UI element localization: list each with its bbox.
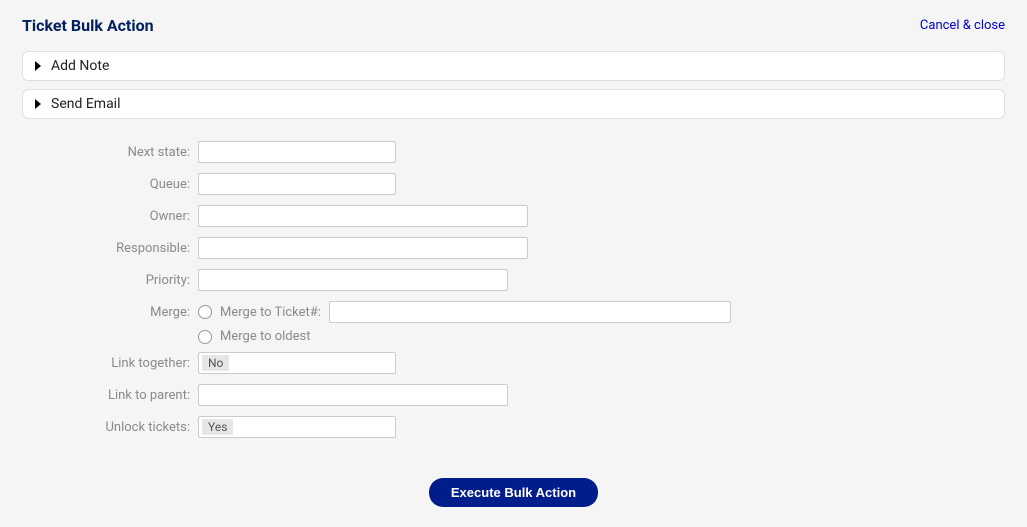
unlock-tickets-value: Yes: [202, 419, 233, 435]
label-unlock-tickets: Unlock tickets:: [0, 416, 198, 440]
link-together-select[interactable]: No: [198, 352, 396, 374]
accordion-send-email[interactable]: Send Email: [22, 89, 1005, 119]
label-link-to-parent: Link to parent:: [0, 384, 198, 408]
unlock-tickets-select[interactable]: Yes: [198, 416, 396, 438]
label-responsible: Responsible:: [0, 237, 198, 261]
priority-input[interactable]: [198, 269, 508, 291]
responsible-input[interactable]: [198, 237, 528, 259]
label-queue: Queue:: [0, 173, 198, 197]
chevron-right-icon: [35, 61, 41, 71]
owner-input[interactable]: [198, 205, 528, 227]
queue-input[interactable]: [198, 173, 396, 195]
accordion-add-note[interactable]: Add Note: [22, 51, 1005, 81]
merge-to-oldest-radio[interactable]: [198, 330, 212, 344]
merge-to-ticket-label: Merge to Ticket#:: [220, 305, 321, 320]
page-title: Ticket Bulk Action: [22, 16, 154, 35]
label-owner: Owner:: [0, 205, 198, 229]
merge-to-ticket-radio[interactable]: [198, 305, 212, 319]
accordion-send-email-label: Send Email: [51, 96, 121, 112]
link-to-parent-input[interactable]: [198, 384, 508, 406]
label-next-state: Next state:: [0, 141, 198, 165]
chevron-right-icon: [35, 99, 41, 109]
label-priority: Priority:: [0, 269, 198, 293]
label-merge: Merge:: [0, 301, 198, 325]
accordion-add-note-label: Add Note: [51, 58, 109, 74]
link-together-value: No: [202, 355, 229, 371]
cancel-close-link[interactable]: Cancel & close: [920, 18, 1005, 33]
merge-to-ticket-input[interactable]: [329, 301, 731, 323]
execute-bulk-action-button[interactable]: Execute Bulk Action: [429, 478, 598, 507]
next-state-input[interactable]: [198, 141, 396, 163]
merge-to-oldest-label: Merge to oldest: [220, 329, 310, 344]
label-link-together: Link together:: [0, 352, 198, 376]
